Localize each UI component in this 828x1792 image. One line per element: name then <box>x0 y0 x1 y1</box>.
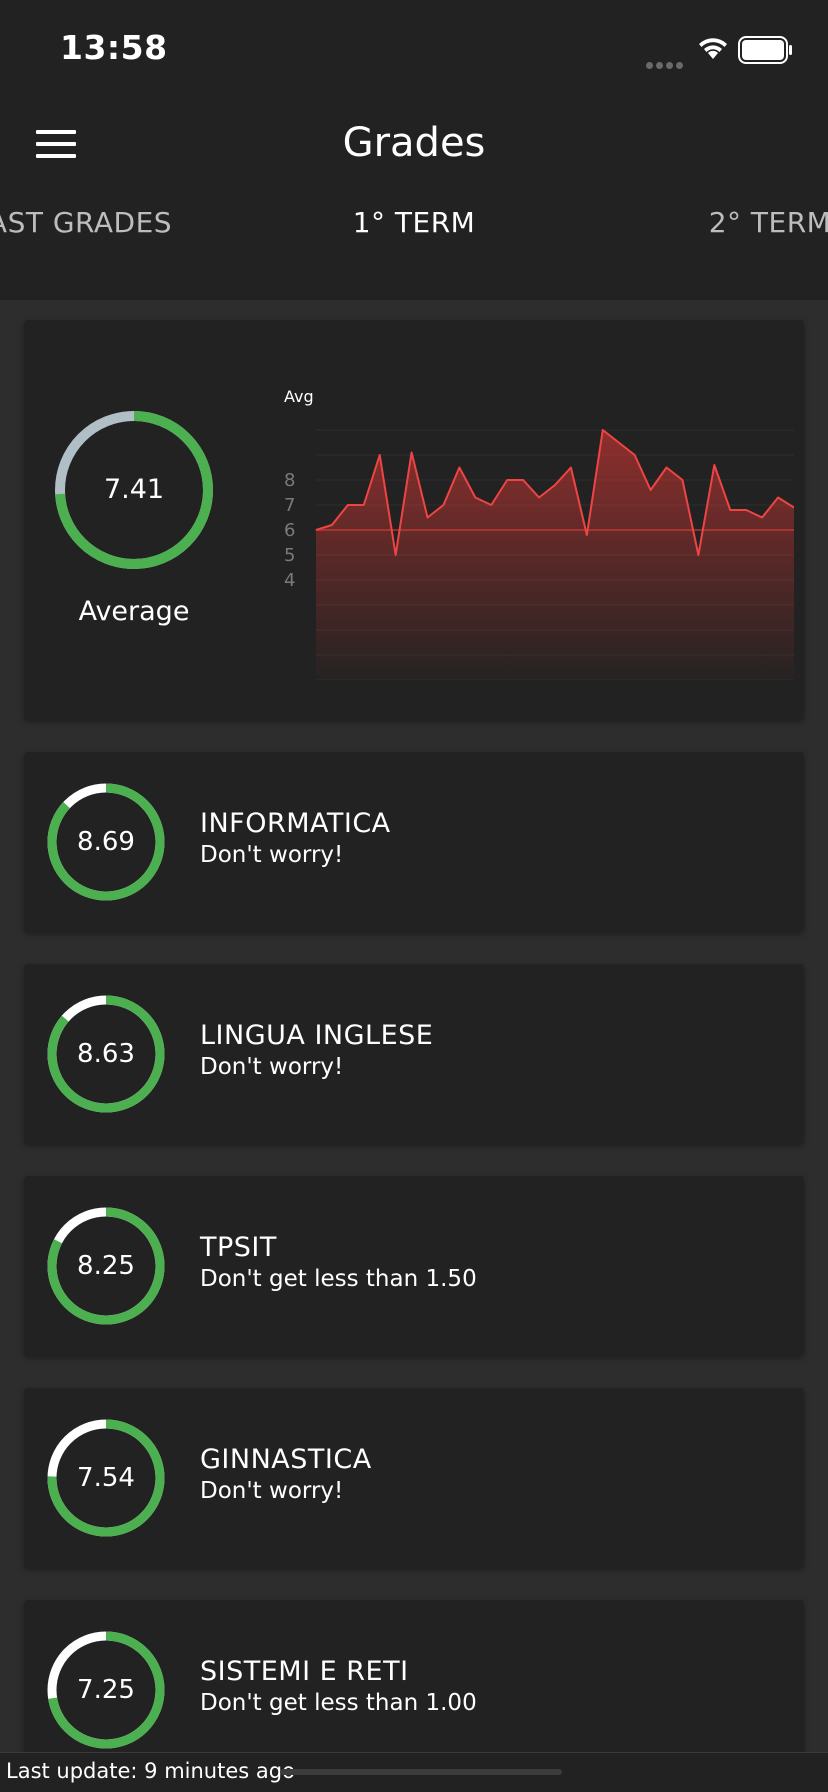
status-icons <box>646 34 796 69</box>
subject-name: TPSIT <box>200 1232 277 1263</box>
chart-y-tick-label: 5 <box>284 545 295 566</box>
chart-point <box>395 554 397 556</box>
subject-card-ginnastica[interactable]: 7.54 GINNASTICA Don't worry! <box>24 1388 804 1568</box>
chart-point <box>650 489 652 491</box>
chart-point <box>761 517 763 518</box>
chart-point <box>570 467 572 468</box>
chart-point <box>347 504 349 506</box>
chart-point <box>777 497 779 498</box>
chart-point <box>745 509 747 511</box>
chart-point <box>506 479 508 481</box>
grade-value: 7.25 <box>77 1675 135 1705</box>
chart-title: Avg <box>284 387 314 406</box>
average-chart: Avg 4 5 6 7 8 <box>284 387 794 680</box>
chart-point <box>458 467 460 468</box>
grade-value: 8.25 <box>77 1251 135 1281</box>
status-time: 13:58 <box>60 28 168 67</box>
chart-point <box>522 479 524 481</box>
page-title: Grades <box>342 120 486 166</box>
subject-message: Don't get less than 1.00 <box>200 1690 477 1716</box>
chart-point <box>618 442 620 443</box>
bottom-bar: Last update: 9 minutes ago <box>0 1752 828 1792</box>
chart-point <box>442 504 444 506</box>
subject-name: LINGUA INGLESE <box>200 1020 434 1051</box>
subject-card-informatica[interactable]: 8.69 INFORMATICA Don't worry! <box>24 752 804 932</box>
battery-icon <box>738 36 792 64</box>
subject-message: Don't worry! <box>200 1478 344 1504</box>
chart-point <box>697 554 699 556</box>
chart-y-tick-label: 8 <box>284 470 295 491</box>
grade-value: 7.54 <box>77 1463 135 1493</box>
chart-point <box>538 497 540 498</box>
grade-value: 8.69 <box>77 827 135 857</box>
chart-point <box>427 517 429 518</box>
term-tabs: AST GRADES 1° TERM 2° TERM <box>0 195 828 392</box>
chart-y-tick-label: 4 <box>284 570 295 591</box>
chart-point <box>411 452 413 453</box>
subject-message: Don't get less than 1.50 <box>200 1266 477 1292</box>
average-card[interactable]: 7.41 Average Avg 4 5 6 7 8 <box>24 320 804 720</box>
chart-point <box>554 484 556 486</box>
wifi-icon <box>699 38 727 59</box>
chart-point <box>379 454 381 456</box>
chart-point <box>315 529 317 531</box>
subject-message: Don't worry! <box>200 1054 344 1080</box>
tab-first-term[interactable]: 1° TERM <box>242 195 586 300</box>
chart-point <box>681 479 683 481</box>
chart-area <box>316 430 794 680</box>
app-header: Grades AST GRADES 1° TERM 2° TERM <box>0 100 828 392</box>
cellular-signal-icon <box>646 54 686 73</box>
subject-card-lingua-inglese[interactable]: 8.63 LINGUA INGLESE Don't worry! <box>24 964 804 1144</box>
status-bar: 13:58 <box>0 0 828 100</box>
chart-point <box>602 429 604 431</box>
subject-message: Don't worry! <box>200 842 344 868</box>
subject-card-tpsit[interactable]: 8.25 TPSIT Don't get less than 1.50 <box>24 1176 804 1356</box>
chart-point <box>363 504 365 506</box>
chart-point <box>331 524 333 526</box>
chart-point <box>586 534 588 536</box>
chart-point <box>713 464 715 466</box>
subject-name: GINNASTICA <box>200 1444 372 1475</box>
chart-y-tick-label: 7 <box>284 495 295 516</box>
grade-value: 8.63 <box>77 1039 135 1069</box>
tab-last-grades[interactable]: AST GRADES <box>0 195 180 300</box>
subject-name: SISTEMI E RETI <box>200 1656 409 1687</box>
chart-point <box>474 497 476 498</box>
tab-second-term[interactable]: 2° TERM <box>690 195 828 300</box>
chart-point <box>634 454 636 456</box>
subject-name: INFORMATICA <box>200 808 391 839</box>
home-indicator[interactable] <box>280 1769 562 1775</box>
average-value: 7.41 <box>103 474 165 505</box>
chart-point <box>666 467 668 468</box>
chart-point <box>490 504 492 506</box>
chart-y-tick-label: 6 <box>284 520 295 541</box>
average-label: Average <box>78 596 190 627</box>
last-update-text: Last update: 9 minutes ago <box>6 1759 295 1783</box>
chart-point <box>729 509 731 511</box>
